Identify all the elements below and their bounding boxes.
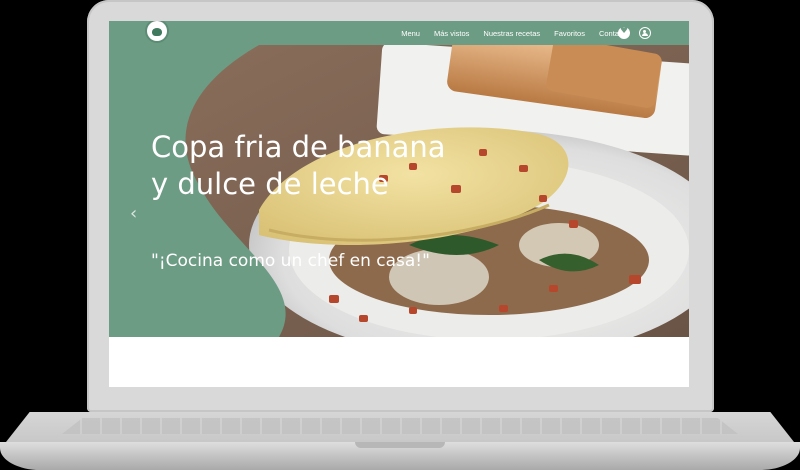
chevron-left-icon[interactable]: ‹	[130, 203, 137, 224]
heart-icon[interactable]	[618, 26, 630, 39]
nav-item-menu[interactable]: Menu	[401, 29, 420, 38]
nav-item-favoritos[interactable]: Favoritos	[554, 29, 585, 38]
laptop-mockup: Menu Más vistos Nuestras recetas Favorit…	[0, 0, 800, 470]
hero-title: Copa fria de banana y dulce de leche	[151, 130, 446, 201]
logo-icon[interactable]	[147, 21, 167, 41]
content-area	[109, 337, 689, 387]
top-navbar: Menu Más vistos Nuestras recetas Favorit…	[109, 21, 689, 45]
laptop-screen: Menu Más vistos Nuestras recetas Favorit…	[109, 21, 689, 387]
nav-item-mas-vistos[interactable]: Más vistos	[434, 29, 469, 38]
hero-subtitle: "¡Cocina como un chef en casa!"	[151, 251, 430, 271]
keyboard	[62, 418, 738, 434]
nav-item-nuestras-recetas[interactable]: Nuestras recetas	[483, 29, 540, 38]
main-menu: Menu Más vistos Nuestras recetas Favorit…	[401, 21, 629, 45]
user-icon[interactable]	[639, 27, 651, 39]
opening-notch	[355, 442, 445, 448]
laptop-base	[0, 412, 800, 470]
hero-banner: ‹ Copa fria de banana y dulce de leche "…	[109, 45, 689, 337]
